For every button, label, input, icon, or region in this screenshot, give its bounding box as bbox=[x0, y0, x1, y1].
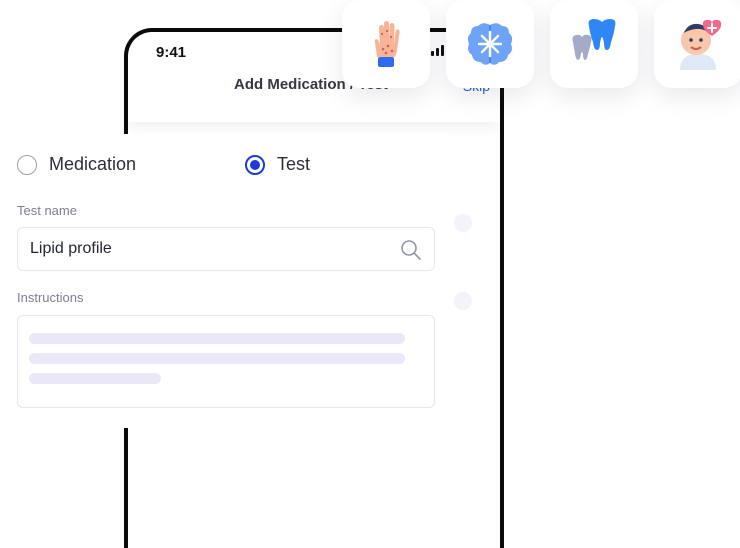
radio-label: Medication bbox=[49, 154, 137, 174]
radio-label: Test bbox=[277, 154, 311, 174]
placeholder-skeleton-line bbox=[29, 333, 405, 344]
background-radio-ghost bbox=[454, 214, 472, 232]
search-icon[interactable] bbox=[400, 239, 422, 261]
instructions-label: Instructions bbox=[17, 290, 84, 305]
baby-pediatrics-icon bbox=[680, 19, 722, 70]
nav-bar: 9:41 Add Medication / Test Skip bbox=[128, 32, 500, 122]
status-time: 9:41 bbox=[156, 44, 187, 61]
category-dental[interactable] bbox=[550, 0, 638, 88]
skin-hand-icon bbox=[374, 21, 400, 67]
type-radio-group: Medication Test bbox=[17, 154, 452, 182]
radio-circle-unselected[interactable] bbox=[17, 154, 37, 175]
background-radio-ghost bbox=[454, 292, 472, 310]
radio-circle-selected[interactable] bbox=[245, 154, 265, 175]
add-test-form: Medication Test Test name Lipid profile … bbox=[0, 134, 452, 428]
test-name-label: Test name bbox=[17, 203, 77, 218]
signal-icon bbox=[431, 45, 444, 56]
placeholder-skeleton-line bbox=[29, 353, 405, 364]
radio-test[interactable]: Test bbox=[245, 154, 310, 175]
category-neurology[interactable] bbox=[446, 0, 534, 88]
radio-medication[interactable]: Medication bbox=[17, 154, 136, 175]
placeholder-skeleton-line bbox=[29, 373, 161, 384]
category-skin[interactable] bbox=[342, 0, 430, 88]
test-name-input[interactable]: Lipid profile bbox=[17, 227, 435, 271]
teeth-dental-icon bbox=[572, 19, 616, 60]
brain-neurology-icon bbox=[467, 23, 513, 65]
instructions-textarea[interactable] bbox=[17, 315, 435, 408]
test-name-value: Lipid profile bbox=[30, 240, 112, 257]
category-pediatrics[interactable] bbox=[654, 0, 740, 88]
